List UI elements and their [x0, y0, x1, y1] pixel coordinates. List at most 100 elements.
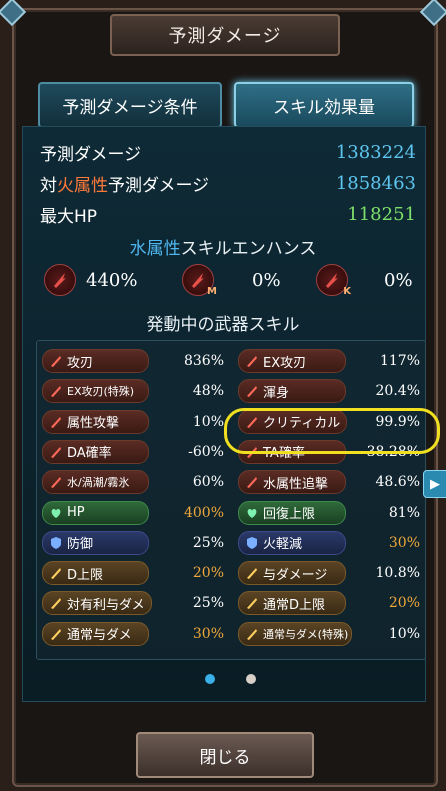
- skill-value: 10%: [192, 413, 224, 430]
- page-dot-active[interactable]: [205, 674, 215, 684]
- skill-type-icon: [51, 477, 61, 489]
- vs-fire-damage-value: 1858463: [335, 172, 416, 194]
- skill-row: 防御 25%: [42, 530, 224, 556]
- predicted-damage-value: 1383224: [335, 141, 416, 163]
- skill-type-icon: [51, 356, 61, 367]
- dialog-title: 予測ダメージ: [110, 14, 340, 56]
- enhance-sub-m: M: [207, 286, 217, 297]
- skill-value: 25%: [192, 595, 224, 612]
- skill-type-icon: [247, 568, 257, 580]
- skill-row: 対有利与ダメ 25%: [42, 590, 224, 616]
- skill-type-icon: [51, 536, 61, 549]
- skill-badge: 属性攻撃: [42, 409, 150, 434]
- skill-value: 48.6%: [375, 474, 420, 491]
- skill-type-icon: [51, 508, 61, 518]
- skill-badge: 通常与ダメ(特殊): [238, 621, 352, 646]
- vs-prefix: 対: [40, 175, 57, 196]
- skill-badge: HP: [42, 500, 150, 525]
- skill-badge: 通常与ダメ: [42, 621, 150, 646]
- enhance-item-1: 440%: [44, 262, 137, 298]
- weapon-skills-title: 発動中の武器スキル: [146, 315, 300, 335]
- skill-badge: 与ダメージ: [238, 561, 347, 586]
- skill-label: 渾身: [263, 385, 290, 401]
- skill-row: 通常与ダメ(特殊) 10%: [238, 621, 420, 647]
- water-element-text: 水属性: [129, 239, 181, 259]
- skill-value: 836%: [183, 353, 224, 369]
- next-page-arrow-icon[interactable]: ▶: [423, 470, 446, 498]
- skill-label: EX攻刃(特殊): [67, 385, 135, 399]
- enhance-item-2: M 0%: [182, 262, 281, 298]
- critical-highlight-ring: [224, 408, 440, 454]
- skill-row: 属性攻撃 10%: [42, 409, 224, 435]
- vs-fire-damage-label: 対火属性予測ダメージ: [40, 171, 209, 196]
- flame-slash-k-icon: K: [316, 264, 351, 297]
- skill-badge: 通常D上限: [238, 591, 347, 616]
- flame-slash-m-icon: M: [182, 264, 217, 297]
- skill-row: DA確率 -60%: [42, 439, 224, 465]
- skill-row: 与ダメージ 10.8%: [238, 560, 420, 586]
- skill-label: 攻刃: [67, 355, 94, 371]
- skill-row: HP 400%: [42, 500, 224, 526]
- skill-badge: 防御: [42, 530, 150, 555]
- skill-badge: D上限: [42, 561, 150, 586]
- skill-type-icon: [247, 477, 257, 489]
- enhance-value-3: 0%: [384, 269, 413, 291]
- skill-badge: 攻刃: [42, 349, 150, 373]
- dialog-frame: 予測ダメージ 予測ダメージ条件 スキル効果量 予測ダメージ 1383224 対火…: [0, 0, 446, 791]
- skill-type-icon: [51, 628, 61, 640]
- enhance-value-1: 440%: [86, 269, 138, 291]
- predicted-damage-label: 予測ダメージ: [40, 144, 142, 165]
- skill-enhance-title: 水属性スキルエンハンス: [22, 234, 424, 259]
- skill-label: 回復上限: [263, 507, 316, 522]
- skill-type-icon: [247, 508, 257, 518]
- skill-value: 60%: [192, 474, 224, 491]
- skill-value: -60%: [188, 443, 224, 460]
- skill-value: 25%: [192, 534, 224, 551]
- skill-label: EX攻刃: [263, 355, 307, 371]
- skill-enhance-text: スキルエンハンス: [180, 239, 317, 259]
- skill-row: 水属性追撃 48.6%: [238, 469, 420, 495]
- skill-row: 渾身 20.4%: [238, 378, 420, 404]
- skill-badge: 火軽減: [238, 530, 347, 555]
- tab-skill-effects[interactable]: スキル効果量: [234, 82, 414, 128]
- skill-badge: EX攻刃(特殊): [42, 379, 150, 404]
- skill-type-icon: [51, 568, 61, 580]
- skill-value: 20%: [192, 565, 224, 582]
- tab-damage-conditions[interactable]: 予測ダメージ条件: [38, 82, 222, 128]
- skill-value: 117%: [379, 353, 420, 369]
- skill-value: 10%: [388, 625, 420, 642]
- skill-badge: 対有利与ダメ: [42, 591, 152, 616]
- skill-label: DA確率: [67, 446, 112, 462]
- close-button[interactable]: 閉じる: [136, 732, 314, 778]
- skill-type-icon: [247, 386, 257, 398]
- page-dot-inactive[interactable]: [246, 674, 256, 684]
- skill-type-icon: [51, 446, 61, 458]
- skill-value: 81%: [388, 504, 420, 521]
- skill-label: 与ダメージ: [263, 567, 328, 583]
- predicted-damage-row: 予測ダメージ 1383224: [40, 138, 416, 166]
- skill-value: 20%: [388, 595, 420, 612]
- skill-label: HP: [67, 505, 85, 520]
- skill-value: 30%: [192, 625, 224, 642]
- skill-label: 防御: [67, 537, 94, 553]
- skill-row: 水/渦潮/霧氷 60%: [42, 469, 224, 495]
- max-hp-label: 最大HP: [40, 206, 98, 227]
- skill-row: EX攻刃(特殊) 48%: [42, 378, 224, 404]
- skill-badge: EX攻刃: [238, 349, 347, 373]
- skill-type-icon: [247, 536, 257, 549]
- skill-label: 火軽減: [263, 537, 303, 553]
- enhance-value-2: 0%: [252, 269, 281, 291]
- skill-badge: 回復上限: [238, 500, 347, 525]
- skill-row: D上限 20%: [42, 560, 224, 586]
- vs-fire-damage-row: 対火属性予測ダメージ 1858463: [40, 169, 416, 197]
- flame-slash-icon: [44, 264, 76, 296]
- skill-row: EX攻刃 117%: [238, 348, 420, 374]
- skill-value: 400%: [183, 504, 224, 521]
- skill-row: 通常与ダメ 30%: [42, 621, 224, 647]
- skill-label: 通常与ダメ(特殊): [263, 627, 349, 641]
- skill-type-icon: [247, 628, 257, 640]
- skill-label: 通常D上限: [263, 597, 326, 613]
- skill-badge: 水/渦潮/霧氷: [42, 470, 150, 495]
- skill-value: 10.8%: [375, 565, 420, 582]
- fire-element-text: 火属性: [57, 175, 108, 196]
